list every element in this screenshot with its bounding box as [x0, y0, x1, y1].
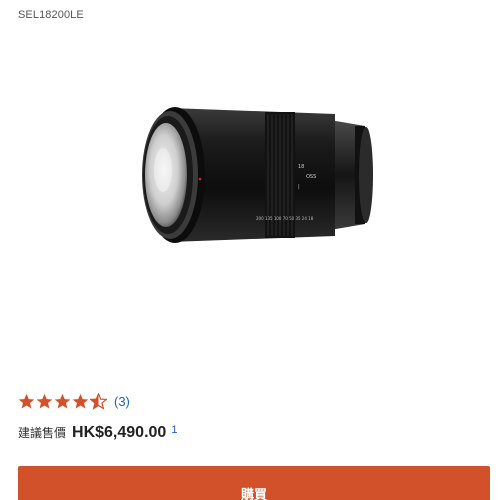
review-count-link[interactable]: (3) [114, 394, 130, 409]
star-half-icon [90, 392, 107, 410]
star-full-icon [18, 393, 35, 409]
rating-row: (3) [18, 391, 130, 411]
star-rating [18, 392, 108, 410]
product-page: SEL18200LE 18 | OSS 200 135 100 70 50 35… [0, 0, 500, 500]
svg-text:OSS: OSS [306, 174, 316, 180]
svg-text:200 135 100 70 50 35 24 18: 200 135 100 70 50 35 24 18 [256, 216, 314, 221]
buy-button-label: 購買 [240, 487, 267, 500]
buy-button[interactable]: 購買 [18, 466, 490, 500]
price-footnote-link[interactable]: 1 [171, 424, 177, 436]
star-full-icon [36, 393, 53, 409]
price-row: 建議售價 HK$6,490.00 1 [18, 424, 177, 442]
camera-lens-image: 18 | OSS 200 135 100 70 50 35 24 18 [142, 107, 373, 243]
product-image: 18 | OSS 200 135 100 70 50 35 24 18 [130, 100, 380, 250]
model-code: SEL18200LE [18, 9, 84, 21]
star-full-icon [72, 393, 89, 409]
svg-text:18: 18 [298, 164, 304, 170]
star-full-icon [54, 393, 71, 409]
price-value: HK$6,490.00 [72, 424, 167, 441]
price-label: 建議售價 [18, 426, 67, 440]
